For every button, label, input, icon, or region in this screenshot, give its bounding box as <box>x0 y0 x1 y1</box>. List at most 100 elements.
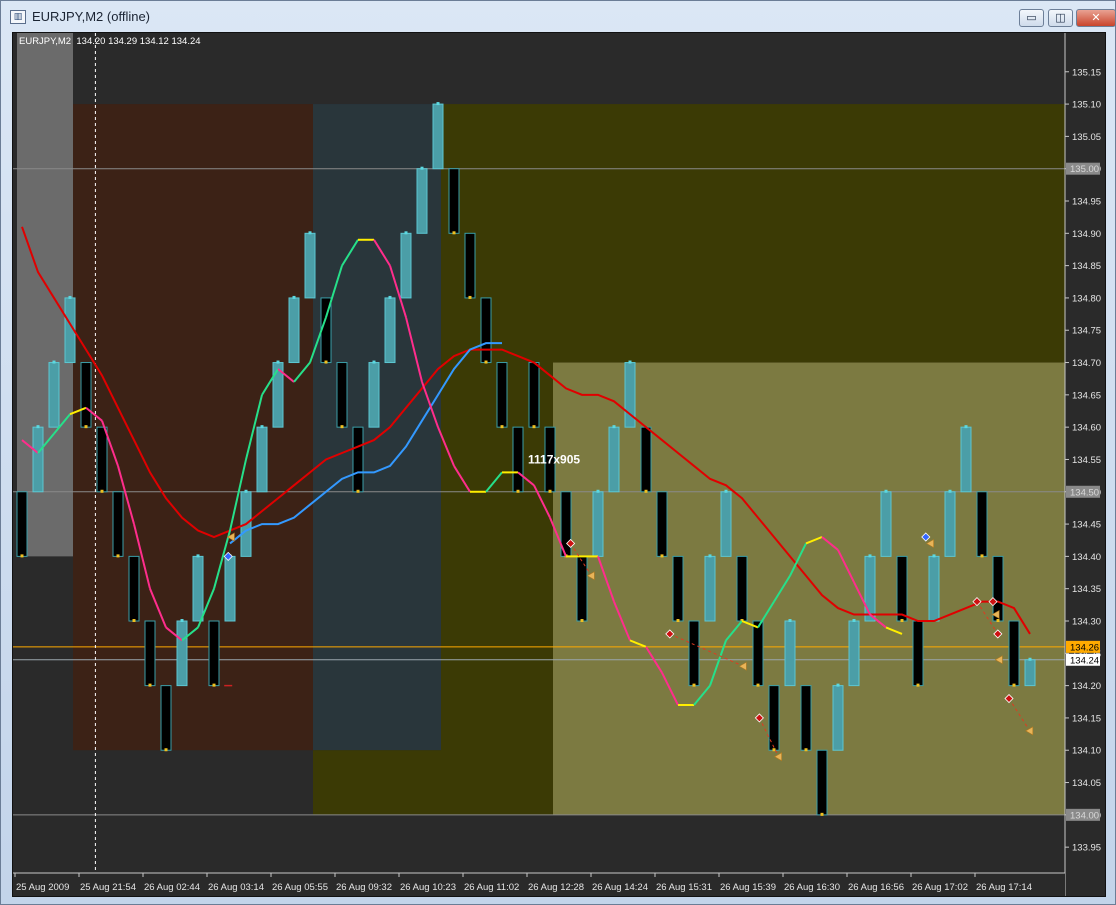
candle-body <box>336 362 348 428</box>
candle <box>160 685 172 752</box>
price-tick-label: 134.75 <box>1072 326 1101 337</box>
candle <box>256 425 268 493</box>
candle-tick <box>212 683 216 687</box>
price-tick-label: 135.10 <box>1072 100 1101 111</box>
minimize-button[interactable]: ▭ <box>1019 9 1044 27</box>
candle-tick <box>404 231 408 235</box>
candle <box>128 555 140 622</box>
candle <box>416 166 428 234</box>
candle-body <box>880 491 892 557</box>
candle-body <box>752 620 764 687</box>
candle-body <box>512 426 524 493</box>
price-tick-label: 134.35 <box>1072 584 1101 595</box>
candle-body <box>592 491 604 557</box>
candle-body <box>1008 620 1020 687</box>
candle-body <box>160 685 172 751</box>
candle-tick <box>308 231 312 235</box>
candle-tick <box>596 489 600 493</box>
time-tick-label: 26 Aug 15:39 <box>720 882 776 893</box>
candle-tick <box>1012 683 1016 687</box>
candle-tick <box>820 812 824 816</box>
candle <box>48 360 60 428</box>
candle-body <box>800 685 812 751</box>
candle-tick <box>420 166 424 170</box>
candle <box>464 232 476 299</box>
candle-body <box>704 555 716 622</box>
candle <box>688 620 700 687</box>
candle-tick <box>68 295 72 299</box>
price-chart[interactable]: 1117x905 135.15 135.10 135.05 135.00 134.95 13… <box>13 33 1106 897</box>
candle <box>608 425 620 493</box>
candle-tick <box>644 489 648 493</box>
candle-tick <box>180 619 184 622</box>
candle-tick <box>772 748 776 752</box>
candle-tick <box>340 425 344 429</box>
candle-body <box>944 491 956 557</box>
candle-body <box>672 555 684 622</box>
candle-tick <box>116 554 120 558</box>
candle-tick <box>1028 657 1032 661</box>
candle-tick <box>580 619 584 622</box>
candle-tick <box>548 489 552 493</box>
candle-body <box>1024 659 1036 687</box>
candle-body <box>496 362 508 428</box>
candle-body <box>304 232 316 299</box>
price-tick-label: 134.40 <box>1072 552 1101 563</box>
candle-body <box>976 491 988 557</box>
candle-body <box>656 491 668 557</box>
candle-body <box>464 232 476 299</box>
candle-tick <box>804 748 808 752</box>
candle <box>752 620 764 687</box>
candle <box>80 362 92 429</box>
price-level-label: 134.26 <box>1070 642 1099 653</box>
ohlc-readout: 134.20 134.29 134.12 134.24 <box>76 36 201 47</box>
candle-body <box>816 749 828 816</box>
candle-body <box>736 555 748 622</box>
candle-body <box>896 555 908 622</box>
time-tick-label: 26 Aug 03:14 <box>208 882 264 893</box>
candle-body <box>832 685 844 751</box>
candle <box>224 554 236 622</box>
candle <box>496 362 508 429</box>
candle-body <box>416 168 428 234</box>
candle-tick <box>372 360 376 364</box>
candle-body <box>144 620 156 687</box>
title-bar[interactable]: ▥ EURJPY,M2 (offline) ▭ ◫ ✕ <box>1 1 1116 31</box>
candle-tick <box>84 425 88 429</box>
candle-body <box>432 103 444 170</box>
candle-body <box>192 555 204 622</box>
candle <box>480 297 492 364</box>
candle <box>528 362 540 429</box>
candle <box>144 620 156 687</box>
candle <box>288 295 300 364</box>
candle-tick <box>52 360 56 364</box>
candle-tick <box>676 619 680 622</box>
candle-tick <box>708 554 712 558</box>
candle-tick <box>164 748 168 752</box>
candle-body <box>384 297 396 364</box>
restore-button[interactable]: ◫ <box>1048 9 1073 27</box>
candle-tick <box>500 425 504 429</box>
close-button[interactable]: ✕ <box>1076 9 1116 27</box>
candle-body <box>720 491 732 557</box>
candle <box>976 491 988 558</box>
time-tick-label: 26 Aug 16:56 <box>848 882 904 893</box>
candle-tick <box>148 683 152 687</box>
candle-tick <box>836 683 840 687</box>
chart-area[interactable]: 1117x905 135.15 135.10 135.05 135.00 134.95 13… <box>12 32 1106 897</box>
window-title: EURJPY,M2 (offline) <box>32 9 151 24</box>
candle-body <box>688 620 700 687</box>
candle <box>192 554 204 622</box>
candle-tick <box>980 554 984 558</box>
zone-rect-3 <box>313 750 441 815</box>
candle-tick <box>36 425 40 429</box>
size-overlay-text: 1117x905 <box>528 452 580 466</box>
candle <box>304 231 316 299</box>
candle-body <box>208 620 220 687</box>
price-tick-label: 134.90 <box>1072 229 1101 240</box>
candle-tick <box>356 489 360 493</box>
candle-tick <box>612 425 616 429</box>
candle-body <box>960 426 972 493</box>
chart-window-icon: ▥ <box>10 10 26 24</box>
candle <box>640 426 652 493</box>
